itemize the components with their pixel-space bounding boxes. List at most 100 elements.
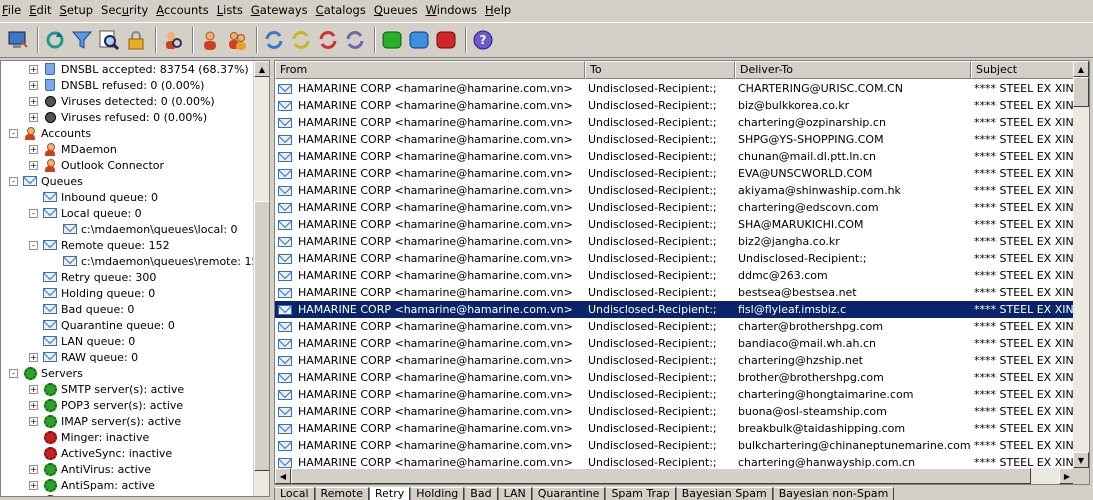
menu-item-help[interactable]: Help (485, 0, 517, 21)
expand-icon[interactable]: + (29, 416, 38, 426)
grid-vscroll-thumb[interactable] (1073, 77, 1089, 107)
grid-horizontal-scrollbar[interactable]: ◀ ▶ (275, 468, 1075, 484)
tree-item[interactable]: Minger: inactive (29, 429, 149, 445)
menu-item-setup[interactable]: Setup (60, 0, 100, 21)
tree-item[interactable]: + Viruses refused: 0 (0.00%) (29, 109, 207, 125)
scroll-left-icon[interactable]: ◀ (275, 468, 291, 484)
grid-vertical-scrollbar[interactable]: ▲ ▼ (1073, 61, 1089, 468)
tree-item[interactable]: + AntiVirus: active (29, 461, 151, 477)
tree-scroll-thumb[interactable] (254, 201, 269, 471)
queue-cycle-icon[interactable] (262, 28, 286, 52)
table-row[interactable]: HAMARINE CORP <hamarine@hamarine.com.vn>… (275, 80, 1075, 97)
collapse-icon[interactable]: - (9, 128, 18, 138)
table-row[interactable]: HAMARINE CORP <hamarine@hamarine.com.vn>… (275, 114, 1075, 131)
tree-item[interactable]: Retry queue: 300 (29, 269, 156, 285)
tree-scrollbar[interactable]: ▲ (253, 61, 269, 496)
queue-cycle-yellow-icon[interactable] (289, 28, 313, 52)
help-icon[interactable]: ? (471, 28, 495, 52)
tree-item[interactable]: Bad queue: 0 (29, 301, 134, 317)
filter-icon[interactable] (70, 28, 94, 52)
tree-item[interactable]: + POP3 server(s): active (29, 397, 183, 413)
tree-item[interactable]: Quarantine queue: 0 (29, 317, 175, 333)
table-row[interactable]: HAMARINE CORP <hamarine@hamarine.com.vn>… (275, 233, 1075, 250)
tree-item[interactable]: + SMTP server(s): active (29, 381, 184, 397)
grid-hscroll-thumb[interactable] (291, 468, 1031, 484)
expand-icon[interactable]: + (29, 64, 38, 74)
scroll-up-icon[interactable]: ▲ (254, 61, 269, 77)
table-row[interactable]: HAMARINE CORP <hamarine@hamarine.com.vn>… (275, 216, 1075, 233)
table-row[interactable]: HAMARINE CORP <hamarine@hamarine.com.vn>… (275, 131, 1075, 148)
tree-item[interactable]: + DNSBL accepted: 83754 (68.37%) (29, 61, 249, 77)
tab-quarantine[interactable]: Quarantine (531, 487, 606, 500)
tab-spam-trap[interactable]: Spam Trap (605, 487, 676, 500)
tree-item[interactable]: c:\mdaemon\queues\remote: 152 (49, 253, 265, 269)
table-row[interactable]: HAMARINE CORP <hamarine@hamarine.com.vn>… (275, 420, 1075, 437)
red-light-icon[interactable] (434, 28, 458, 52)
menu-item-gateways[interactable]: Gateways (251, 0, 314, 21)
column-header-subject[interactable]: Subject (971, 61, 1075, 79)
table-row[interactable]: HAMARINE CORP <hamarine@hamarine.com.vn>… (275, 403, 1075, 420)
tree-item[interactable]: + IMAP server(s): active (29, 413, 181, 429)
menu-item-lists[interactable]: Lists (217, 0, 249, 21)
blue-light-icon[interactable] (407, 28, 431, 52)
table-row[interactable]: HAMARINE CORP <hamarine@hamarine.com.vn>… (275, 335, 1075, 352)
expand-icon[interactable]: + (29, 112, 38, 122)
queue-cycle-red-icon[interactable] (316, 28, 340, 52)
column-header-to[interactable]: To (585, 61, 735, 79)
menu-item-edit[interactable]: Edit (29, 0, 57, 21)
menu-item-file[interactable]: File (2, 0, 27, 21)
tree-item[interactable]: + Viruses detected: 0 (0.00%) (29, 93, 215, 109)
scroll-up-icon[interactable]: ▲ (1073, 61, 1089, 77)
tab-bayesian-non-spam[interactable]: Bayesian non-Spam (772, 487, 895, 500)
tab-holding[interactable]: Holding (410, 487, 465, 500)
tree-item[interactable]: + MDaemon (29, 141, 117, 157)
collapse-icon[interactable]: - (9, 368, 18, 378)
lock-icon[interactable] (124, 28, 148, 52)
tab-retry[interactable]: Retry (368, 487, 411, 500)
table-row[interactable]: HAMARINE CORP <hamarine@hamarine.com.vn>… (275, 148, 1075, 165)
expand-icon[interactable]: + (29, 384, 38, 394)
table-row[interactable]: HAMARINE CORP <hamarine@hamarine.com.vn>… (275, 250, 1075, 267)
tree-item[interactable]: + Outlook Connector (29, 157, 164, 173)
tab-lan[interactable]: LAN (497, 487, 532, 500)
tree-item[interactable]: + AntiSpam: active (29, 477, 155, 493)
collapse-icon[interactable]: - (29, 208, 38, 218)
tree-item[interactable]: - Queues (9, 173, 83, 189)
tree-item[interactable]: Inbound queue: 0 (29, 189, 158, 205)
user-icon[interactable] (198, 28, 222, 52)
tree-item[interactable]: + DNSBL refused: 0 (0.00%) (29, 77, 204, 93)
refresh-icon[interactable] (43, 28, 67, 52)
column-header-from[interactable]: From (275, 61, 585, 79)
table-row[interactable]: HAMARINE CORP <hamarine@hamarine.com.vn>… (275, 386, 1075, 403)
table-row[interactable]: HAMARINE CORP <hamarine@hamarine.com.vn>… (275, 352, 1075, 369)
table-row[interactable]: HAMARINE CORP <hamarine@hamarine.com.vn>… (275, 199, 1075, 216)
tree-item[interactable]: + RAW queue: 0 (29, 349, 138, 365)
menu-item-windows[interactable]: Windows (426, 0, 483, 21)
expand-icon[interactable]: + (29, 80, 38, 90)
table-row[interactable]: HAMARINE CORP <hamarine@hamarine.com.vn>… (275, 369, 1075, 386)
expand-icon[interactable]: + (29, 352, 38, 362)
search-icon[interactable] (97, 28, 121, 52)
expand-icon[interactable]: + (29, 96, 38, 106)
user-search-icon[interactable] (161, 28, 185, 52)
tree-item[interactable]: DomainPOP: inactive (29, 493, 176, 496)
collapse-icon[interactable]: - (29, 240, 38, 250)
monitor-icon[interactable] (6, 28, 30, 52)
expand-icon[interactable]: + (29, 464, 38, 474)
table-row[interactable]: HAMARINE CORP <hamarine@hamarine.com.vn>… (275, 301, 1075, 318)
collapse-icon[interactable]: - (9, 176, 18, 186)
tab-local[interactable]: Local (274, 487, 315, 500)
table-row[interactable]: HAMARINE CORP <hamarine@hamarine.com.vn>… (275, 318, 1075, 335)
tab-bayesian-spam[interactable]: Bayesian Spam (675, 487, 773, 500)
tree-item[interactable]: Holding queue: 0 (29, 285, 155, 301)
table-row[interactable]: HAMARINE CORP <hamarine@hamarine.com.vn>… (275, 284, 1075, 301)
menu-item-security[interactable]: Security (101, 0, 154, 21)
menu-item-catalogs[interactable]: Catalogs (316, 0, 372, 21)
tab-remote[interactable]: Remote (314, 487, 369, 500)
table-row[interactable]: HAMARINE CORP <hamarine@hamarine.com.vn>… (275, 182, 1075, 199)
tree-item[interactable]: ActiveSync: inactive (29, 445, 172, 461)
table-row[interactable]: HAMARINE CORP <hamarine@hamarine.com.vn>… (275, 437, 1075, 454)
tab-bad[interactable]: Bad (464, 487, 498, 500)
expand-icon[interactable]: + (29, 480, 38, 490)
expand-icon[interactable]: + (29, 400, 38, 410)
